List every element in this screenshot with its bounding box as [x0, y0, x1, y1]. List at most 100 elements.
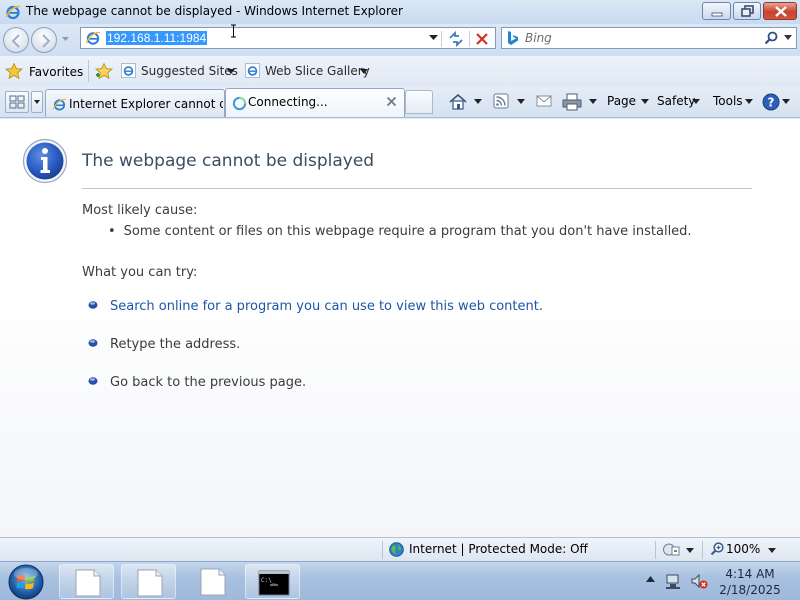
- bullet-dot-icon: •: [108, 224, 116, 239]
- search-box[interactable]: Bing: [501, 27, 797, 49]
- web-slice-gallery-link[interactable]: Web Slice Gallery: [245, 62, 371, 80]
- document-icon: [200, 568, 226, 596]
- tab-label: Connecting...: [248, 95, 328, 109]
- forward-button[interactable]: [31, 27, 57, 53]
- zoom-icon[interactable]: [710, 542, 724, 556]
- forward-arrow-icon: [42, 34, 51, 48]
- favorites-separator: [88, 60, 89, 82]
- read-mail-button[interactable]: [536, 93, 554, 111]
- chevron-down-icon: [227, 69, 235, 74]
- loading-spinner-icon: [232, 96, 247, 111]
- ie-logo-icon: [5, 5, 21, 20]
- status-separator: [702, 541, 703, 559]
- ie-page-icon: [245, 63, 260, 78]
- title-bar[interactable]: The webpage cannot be displayed - Window…: [0, 0, 800, 24]
- recent-pages-dropdown-icon[interactable]: [61, 35, 70, 43]
- taskbar-document-button[interactable]: [59, 564, 114, 599]
- page-title: The webpage cannot be displayed: [82, 151, 375, 171]
- svg-text:C:\_: C:\_: [261, 577, 276, 584]
- chevron-down-icon: [589, 99, 597, 104]
- retype-address-item: Retype the address.: [110, 337, 241, 352]
- start-button-icon[interactable]: [6, 563, 46, 600]
- blue-bullet-icon: [88, 377, 98, 385]
- chevron-down-icon: [360, 69, 368, 74]
- help-button[interactable]: ?: [762, 93, 792, 111]
- network-icon[interactable]: [665, 572, 683, 590]
- status-bar: Internet | Protected Mode: Off 100%: [0, 537, 800, 561]
- info-icon: [22, 138, 68, 184]
- search-online-link[interactable]: Search online for a program you can use …: [110, 299, 543, 314]
- taskbar-document-button[interactable]: [121, 564, 176, 599]
- favorites-label: Favorites: [29, 65, 84, 79]
- status-separator: [655, 541, 656, 559]
- tools-menu-button[interactable]: Tools: [713, 93, 757, 111]
- close-window-button[interactable]: [763, 2, 797, 20]
- address-dropdown-icon[interactable]: [429, 35, 438, 41]
- clock-time[interactable]: 4:14 AM: [710, 567, 790, 581]
- address-input[interactable]: 192.168.1.11:1984: [106, 31, 208, 45]
- print-button[interactable]: [562, 93, 600, 111]
- zoom-level[interactable]: 100%: [726, 542, 760, 556]
- close-tab-icon[interactable]: [386, 96, 397, 107]
- chevron-down-icon[interactable]: [686, 548, 694, 553]
- title-divider: [82, 188, 752, 189]
- taskbar: C:\_ 4:14 AM 2/18/2025: [0, 561, 800, 600]
- status-separator: [382, 541, 383, 559]
- blue-bullet-icon: [88, 339, 98, 347]
- tab-error-page[interactable]: Internet Explorer cannot di...: [45, 89, 225, 117]
- rss-feed-icon: [493, 93, 509, 109]
- chevron-down-icon: [517, 99, 525, 104]
- taskbar-command-prompt-button[interactable]: C:\_: [245, 564, 300, 599]
- quick-tabs-button[interactable]: [5, 91, 29, 113]
- close-icon: [775, 6, 787, 17]
- search-icon[interactable]: [764, 31, 778, 45]
- svg-text:?: ?: [768, 96, 775, 110]
- safety-menu-button[interactable]: Safety: [657, 93, 703, 111]
- clock-date[interactable]: 2/18/2025: [710, 583, 790, 597]
- minimize-button[interactable]: [702, 2, 731, 20]
- page-menu-button[interactable]: Page: [607, 93, 653, 111]
- document-icon: [75, 569, 101, 597]
- ie-page-icon: [52, 98, 67, 111]
- bing-logo-icon: [508, 31, 518, 45]
- home-button[interactable]: [448, 93, 488, 111]
- stop-icon[interactable]: [474, 31, 490, 47]
- pop-up-blocker-icon[interactable]: [663, 542, 681, 557]
- cause-item: • Some content or files on this webpage r…: [108, 224, 692, 239]
- chevron-down-icon[interactable]: [768, 548, 776, 553]
- suggested-sites-link[interactable]: Suggested Sites: [121, 62, 238, 80]
- page-ie-icon: [85, 31, 101, 45]
- internet-zone-globe-icon[interactable]: [389, 542, 404, 557]
- add-to-favorites-bar-icon[interactable]: [95, 63, 113, 79]
- feeds-button[interactable]: [493, 93, 533, 111]
- back-button[interactable]: [3, 27, 29, 53]
- favorites-bar: Favorites Suggested Sites Web Slice Gall…: [0, 56, 800, 86]
- chevron-down-icon: [692, 99, 700, 104]
- blue-bullet-icon: [88, 301, 98, 309]
- address-separator: [469, 31, 470, 47]
- new-tab-button[interactable]: [405, 90, 433, 114]
- page-menu-label: Page: [607, 94, 637, 108]
- navigation-bar: 192.168.1.11:1984 Bing: [0, 24, 800, 56]
- web-slice-gallery-label: Web Slice Gallery: [265, 64, 370, 78]
- page-content: [0, 119, 800, 537]
- tab-list-button[interactable]: [31, 91, 43, 113]
- tab-bar: Internet Explorer cannot di... Connectin…: [0, 86, 800, 118]
- chevron-down-icon: [34, 100, 40, 104]
- maximize-button[interactable]: [733, 2, 761, 20]
- home-icon: [449, 93, 467, 110]
- refresh-icon[interactable]: [447, 30, 465, 48]
- show-hidden-icons-icon[interactable]: [646, 576, 655, 583]
- cause-item-text: Some content or files on this webpage re…: [123, 224, 692, 239]
- search-options-dropdown-icon[interactable]: [784, 35, 792, 41]
- address-bar[interactable]: 192.168.1.11:1984: [80, 24, 496, 49]
- taskbar-document-button[interactable]: [183, 564, 238, 599]
- tab-connecting[interactable]: Connecting...: [225, 88, 405, 117]
- cause-heading: Most likely cause:: [82, 203, 198, 218]
- document-icon: [137, 569, 163, 597]
- search-input[interactable]: Bing: [525, 31, 552, 45]
- security-zone-text[interactable]: Internet | Protected Mode: Off: [409, 542, 588, 556]
- chevron-down-icon: [745, 99, 753, 104]
- volume-muted-icon[interactable]: [690, 572, 708, 590]
- suggested-sites-label: Suggested Sites: [141, 64, 238, 78]
